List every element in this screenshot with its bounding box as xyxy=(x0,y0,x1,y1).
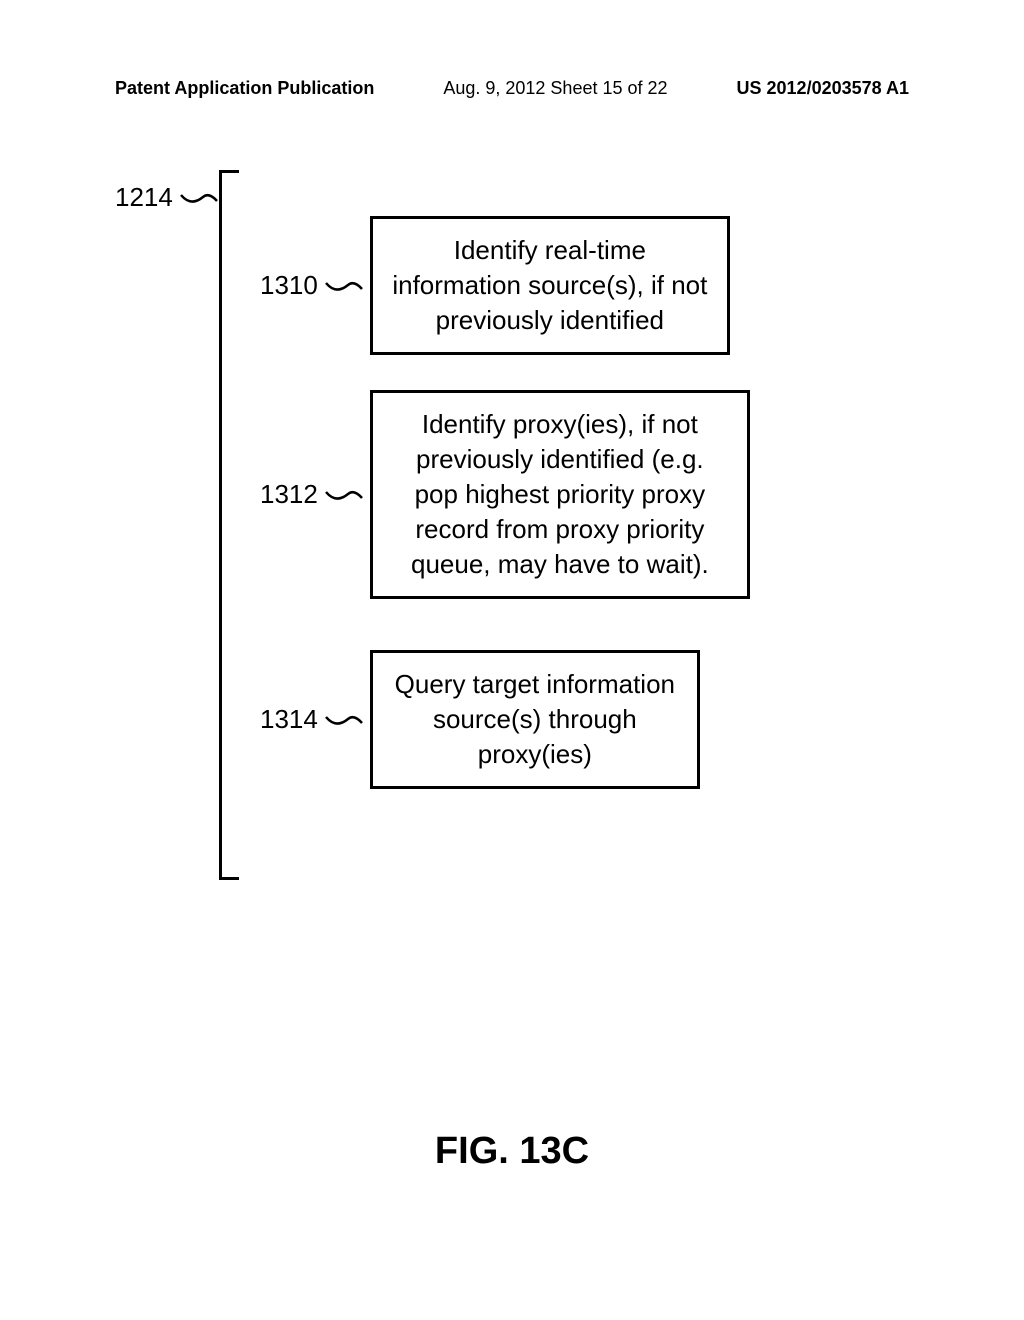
lead-line-icon xyxy=(179,182,219,213)
step-box: Query target information source(s) throu… xyxy=(370,650,700,789)
lead-line-icon xyxy=(324,704,364,735)
bracket xyxy=(219,170,239,880)
header-docnum: US 2012/0203578 A1 xyxy=(737,78,909,99)
step-ref-label: 1314 xyxy=(260,704,364,735)
flow-step: 1310 Identify real-time information sour… xyxy=(260,216,730,355)
step-ref-text: 1310 xyxy=(260,270,318,301)
flow-step: 1312 Identify proxy(ies), if not previou… xyxy=(260,390,750,599)
flow-step: 1314 Query target information source(s) … xyxy=(260,650,700,789)
step-box: Identify proxy(ies), if not previously i… xyxy=(370,390,750,599)
step-ref-text: 1312 xyxy=(260,479,318,510)
page-header: Patent Application Publication Aug. 9, 2… xyxy=(0,78,1024,99)
figure-title: FIG. 13C xyxy=(0,1130,1024,1173)
header-sheet: Aug. 9, 2012 Sheet 15 of 22 xyxy=(443,78,667,99)
bracket-ref-text: 1214 xyxy=(115,182,173,213)
lead-line-icon xyxy=(324,270,364,301)
step-ref-label: 1310 xyxy=(260,270,364,301)
lead-line-icon xyxy=(324,479,364,510)
step-box: Identify real-time information source(s)… xyxy=(370,216,730,355)
header-publication: Patent Application Publication xyxy=(115,78,374,99)
step-ref-text: 1314 xyxy=(260,704,318,735)
flow-diagram: 1214 1310 Identify real-time information… xyxy=(0,160,1024,960)
bracket-ref-label: 1214 xyxy=(115,182,219,213)
step-ref-label: 1312 xyxy=(260,479,364,510)
